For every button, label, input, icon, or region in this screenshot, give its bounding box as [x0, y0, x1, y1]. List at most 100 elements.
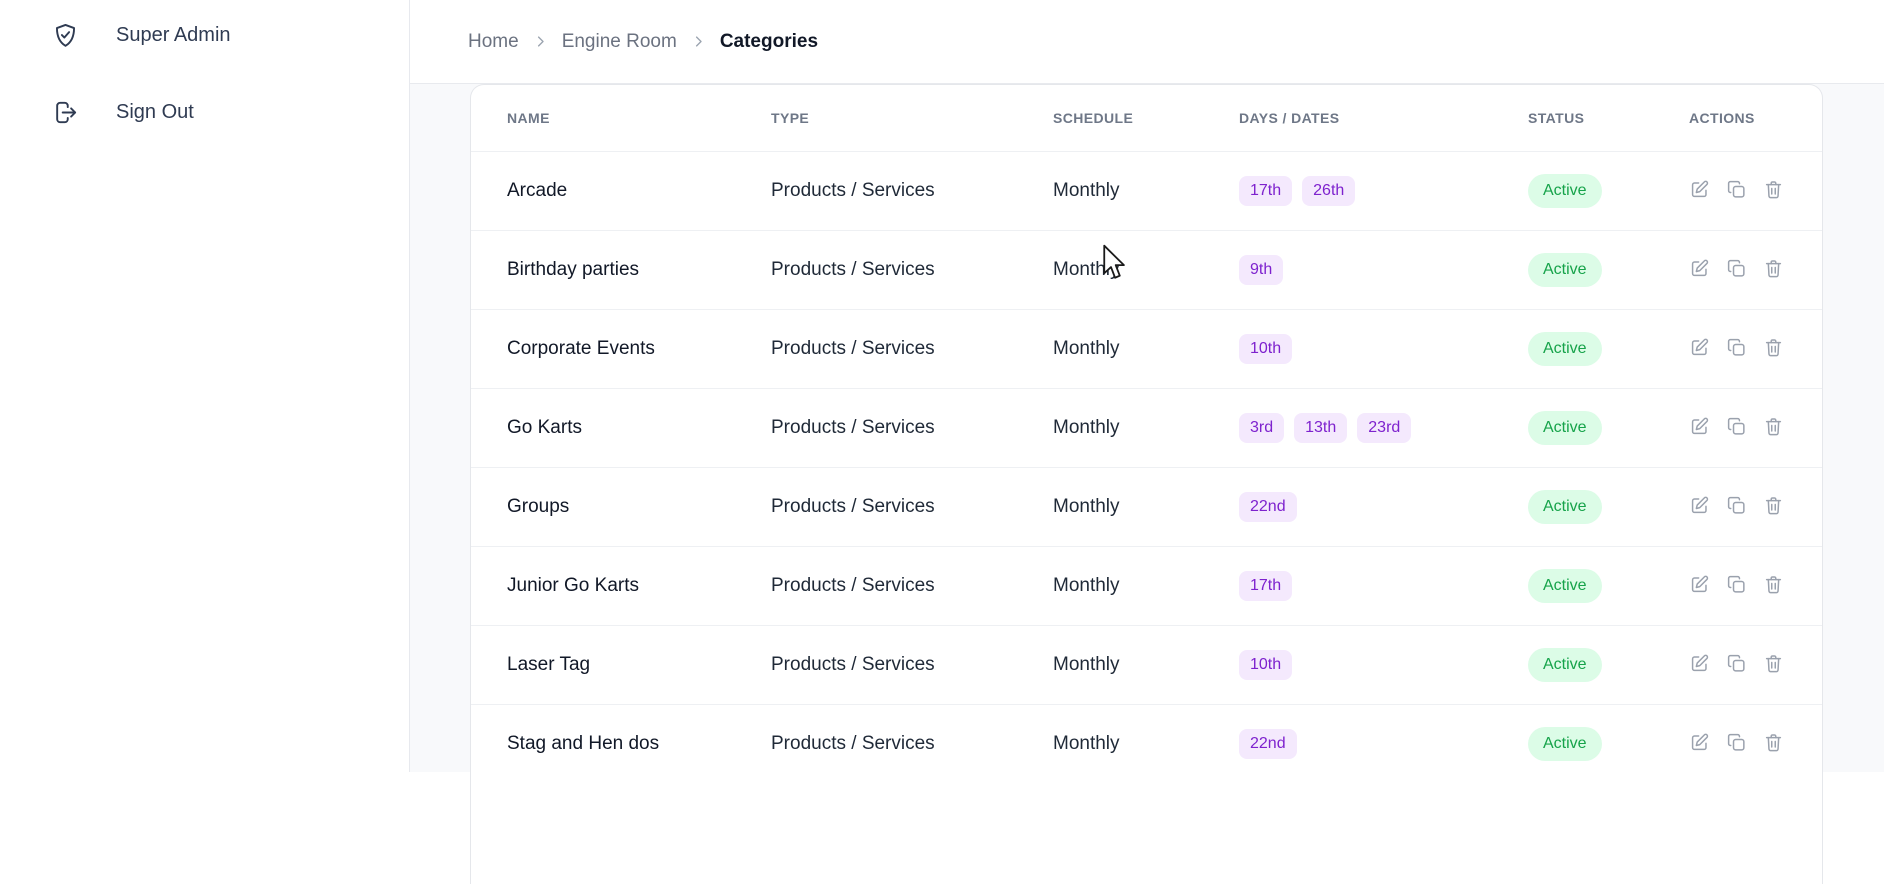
day-badge: 10th [1239, 650, 1292, 680]
status-cell: Active [1528, 411, 1689, 445]
sidebar-item-label: Sign Out [116, 101, 194, 124]
delete-icon [1763, 653, 1784, 677]
table-row: Groups Products / Services Monthly 22nd … [471, 467, 1822, 546]
edit-button[interactable] [1689, 574, 1710, 598]
column-header-actions: ACTIONS [1689, 110, 1822, 126]
topbar: Home Engine Room Categories [410, 0, 1884, 84]
delete-button[interactable] [1763, 258, 1784, 282]
duplicate-icon [1726, 416, 1747, 440]
delete-button[interactable] [1763, 653, 1784, 677]
delete-button[interactable] [1763, 416, 1784, 440]
delete-icon [1763, 179, 1784, 203]
edit-icon [1689, 653, 1710, 677]
category-schedule: Monthly [1053, 417, 1239, 439]
delete-button[interactable] [1763, 732, 1784, 756]
edit-button[interactable] [1689, 495, 1710, 519]
row-actions [1689, 732, 1822, 756]
status-badge: Active [1528, 174, 1602, 208]
delete-button[interactable] [1763, 179, 1784, 203]
duplicate-button[interactable] [1726, 653, 1747, 677]
edit-icon [1689, 574, 1710, 598]
category-name: Junior Go Karts [507, 575, 771, 597]
sidebar-item-label: Super Admin [116, 24, 231, 47]
delete-icon [1763, 574, 1784, 598]
sidebar: Super Admin Sign Out [0, 0, 410, 772]
delete-icon [1763, 416, 1784, 440]
day-badge: 13th [1294, 413, 1347, 443]
column-header-type: TYPE [771, 110, 1053, 126]
category-type: Products / Services [771, 733, 1053, 755]
table-row: Corporate Events Products / Services Mon… [471, 309, 1822, 388]
breadcrumb-home[interactable]: Home [468, 31, 519, 53]
edit-button[interactable] [1689, 337, 1710, 361]
sidebar-item-super-admin[interactable]: Super Admin [0, 10, 409, 61]
duplicate-button[interactable] [1726, 258, 1747, 282]
shield-check-icon [52, 22, 79, 49]
edit-button[interactable] [1689, 732, 1710, 756]
category-schedule: Monthly [1053, 259, 1239, 281]
category-name: Corporate Events [507, 338, 771, 360]
edit-icon [1689, 179, 1710, 203]
breadcrumb-current-categories: Categories [720, 31, 818, 53]
content-area: NAME TYPE SCHEDULE DAYS / DATES STATUS A… [410, 84, 1884, 772]
status-cell: Active [1528, 569, 1689, 603]
edit-icon [1689, 732, 1710, 756]
status-cell: Active [1528, 648, 1689, 682]
categories-table-card: NAME TYPE SCHEDULE DAYS / DATES STATUS A… [470, 84, 1823, 884]
category-type: Products / Services [771, 338, 1053, 360]
edit-icon [1689, 337, 1710, 361]
edit-button[interactable] [1689, 179, 1710, 203]
category-name: Go Karts [507, 417, 771, 439]
table-row: Junior Go Karts Products / Services Mont… [471, 546, 1822, 625]
days-dates-badges: 22nd [1239, 492, 1528, 522]
days-dates-badges: 10th [1239, 650, 1528, 680]
duplicate-button[interactable] [1726, 495, 1747, 519]
duplicate-icon [1726, 653, 1747, 677]
row-actions [1689, 495, 1822, 519]
table-row: Laser Tag Products / Services Monthly 10… [471, 625, 1822, 704]
table-row: Stag and Hen dos Products / Services Mon… [471, 704, 1822, 783]
duplicate-icon [1726, 179, 1747, 203]
day-badge: 23rd [1357, 413, 1411, 443]
column-header-days-dates: DAYS / DATES [1239, 110, 1528, 126]
days-dates-badges: 9th [1239, 255, 1528, 285]
status-badge: Active [1528, 411, 1602, 445]
chevron-right-icon [533, 34, 548, 49]
day-badge: 26th [1302, 176, 1355, 206]
breadcrumb-engine-room[interactable]: Engine Room [562, 31, 677, 53]
edit-button[interactable] [1689, 416, 1710, 440]
table-body: Arcade Products / Services Monthly 17th 2… [471, 151, 1822, 783]
days-dates-badges: 17th [1239, 571, 1528, 601]
day-badge: 22nd [1239, 729, 1297, 759]
logout-icon [52, 99, 79, 126]
edit-button[interactable] [1689, 258, 1710, 282]
duplicate-button[interactable] [1726, 179, 1747, 203]
category-name: Laser Tag [507, 654, 771, 676]
category-schedule: Monthly [1053, 496, 1239, 518]
duplicate-button[interactable] [1726, 337, 1747, 361]
main-area: Home Engine Room Categories NAME TYPE SC… [410, 0, 1884, 772]
status-cell: Active [1528, 253, 1689, 287]
duplicate-button[interactable] [1726, 416, 1747, 440]
delete-button[interactable] [1763, 574, 1784, 598]
status-badge: Active [1528, 490, 1602, 524]
duplicate-icon [1726, 732, 1747, 756]
delete-icon [1763, 258, 1784, 282]
day-badge: 22nd [1239, 492, 1297, 522]
edit-button[interactable] [1689, 653, 1710, 677]
day-badge: 17th [1239, 176, 1292, 206]
chevron-right-icon [691, 34, 706, 49]
days-dates-badges: 17th 26th [1239, 176, 1528, 206]
duplicate-button[interactable] [1726, 732, 1747, 756]
table-header-row: NAME TYPE SCHEDULE DAYS / DATES STATUS A… [471, 85, 1822, 151]
category-name: Arcade [507, 180, 771, 202]
delete-button[interactable] [1763, 495, 1784, 519]
duplicate-button[interactable] [1726, 574, 1747, 598]
status-badge: Active [1528, 648, 1602, 682]
status-badge: Active [1528, 332, 1602, 366]
table-row: Birthday parties Products / Services Mon… [471, 230, 1822, 309]
status-cell: Active [1528, 727, 1689, 761]
delete-button[interactable] [1763, 337, 1784, 361]
sidebar-item-sign-out[interactable]: Sign Out [0, 87, 409, 138]
row-actions [1689, 258, 1822, 282]
